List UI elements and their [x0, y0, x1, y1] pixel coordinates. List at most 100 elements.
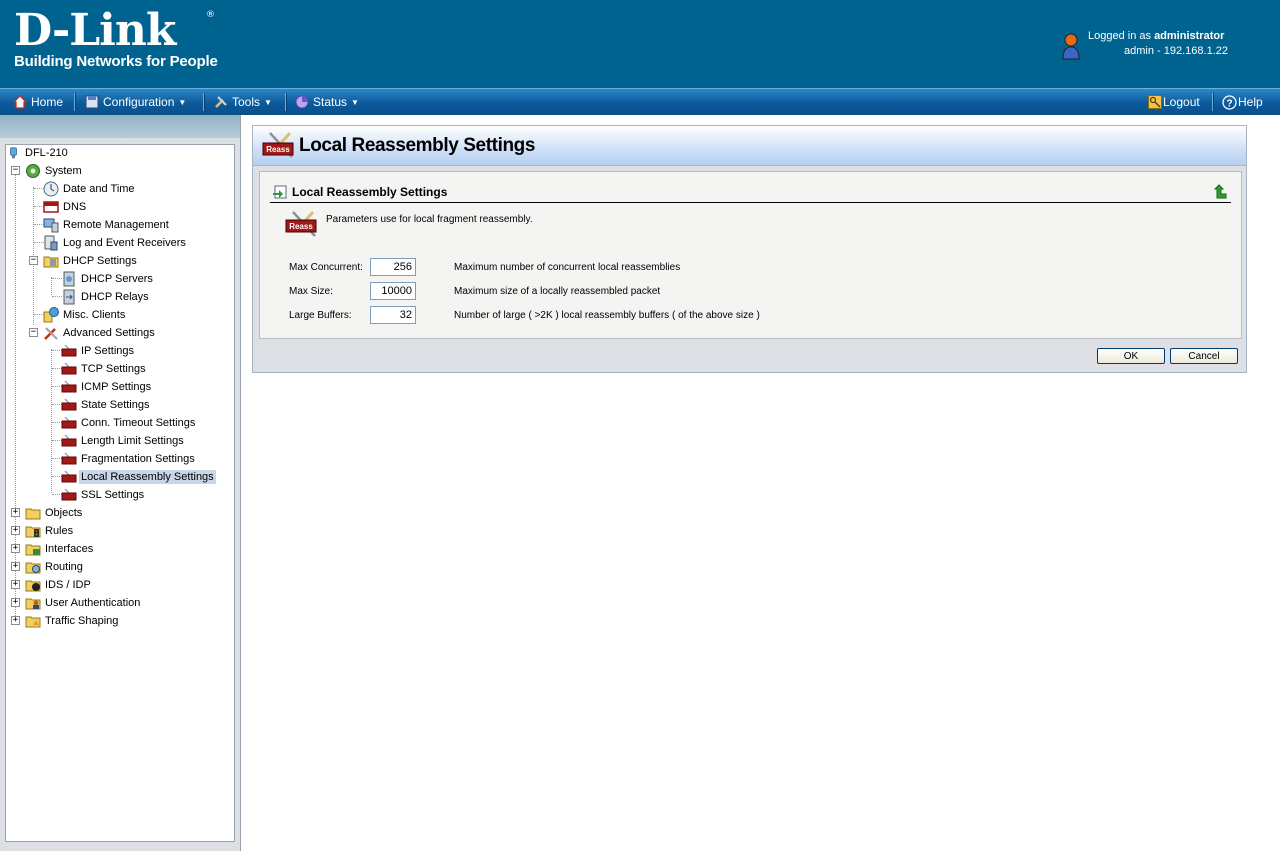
menu-tools[interactable]: Tools ▼ — [214, 89, 272, 115]
tree-node-user-authentication[interactable]: User Authentication — [25, 594, 142, 612]
tree-node-system[interactable]: System — [25, 162, 84, 180]
tree-node-rules[interactable]: Rules — [25, 522, 75, 540]
edit-arrow-icon — [273, 185, 287, 199]
username: administrator — [1154, 30, 1225, 42]
save-icon — [85, 95, 99, 109]
expand-toggle-traffic-shaping[interactable]: + — [11, 616, 20, 625]
tree-node-dhcp-settings[interactable]: DHCP Settings — [43, 252, 139, 270]
tree-node-label: Objects — [45, 507, 83, 519]
tree-node-label: Remote Management — [63, 219, 169, 231]
tree-node-traffic-shaping[interactable]: Traffic Shaping — [25, 612, 120, 630]
tree-node-length-limit[interactable]: Length Limit Settings — [61, 432, 186, 450]
expand-toggle-routing[interactable]: + — [11, 562, 20, 571]
tree-node-tcp-settings[interactable]: TCP Settings — [61, 360, 148, 378]
help-button[interactable]: ? Help — [1222, 89, 1263, 115]
logo-registered-mark: ® — [206, 10, 215, 20]
folder-icon — [43, 256, 59, 268]
tree-node-label: DNS — [63, 201, 87, 213]
tree-node-ssl-settings[interactable]: SSL Settings — [61, 486, 146, 504]
tools-icon — [215, 96, 227, 108]
reass-icon: Reass — [285, 210, 317, 237]
tree-node-label: SSL Settings — [81, 489, 145, 501]
server-icon — [63, 271, 75, 287]
tree-node-advanced-settings[interactable]: Advanced Settings — [43, 324, 157, 342]
max-concurrent-help: Maximum number of concurrent local reass… — [454, 262, 681, 273]
expand-toggle-dhcp[interactable]: − — [29, 256, 38, 265]
large-buffers-input[interactable] — [370, 306, 416, 324]
logout-button[interactable]: Logout — [1148, 89, 1200, 115]
settings-tag-icon — [61, 362, 77, 375]
tree-node-label: User Authentication — [45, 597, 141, 609]
menu-configuration[interactable]: Configuration ▼ — [85, 89, 186, 115]
expand-toggle-advanced[interactable]: − — [29, 328, 38, 337]
reass-icon: Reass — [262, 131, 294, 158]
tree-node-label: Traffic Shaping — [45, 615, 119, 627]
chevron-down-icon: ▼ — [351, 97, 359, 107]
tree-node-ids-idp[interactable]: IDS / IDP — [25, 576, 93, 594]
tree-node-label: Advanced Settings — [63, 327, 155, 339]
tree-node-date-time[interactable]: Date and Time — [43, 180, 137, 198]
page-title-bar: Reass Local Reassembly Settings — [253, 126, 1246, 166]
reass-icon-label: Reass — [266, 145, 290, 154]
tree-node-label: State Settings — [81, 399, 150, 411]
settings-tag-icon — [61, 452, 77, 465]
ok-button[interactable]: OK — [1097, 348, 1165, 364]
menu-home-label: Home — [31, 95, 64, 109]
menu-separator — [203, 93, 205, 111]
logged-in-prefix: Logged in as — [1088, 30, 1151, 42]
tree-node-label: Local Reassembly Settings — [79, 470, 216, 484]
menu-separator — [1212, 93, 1214, 111]
menu-home[interactable]: Home — [13, 89, 63, 115]
tree-node-label: DHCP Servers — [81, 273, 153, 285]
tree-node-dhcp-servers[interactable]: DHCP Servers — [61, 270, 155, 288]
expand-toggle-interfaces[interactable]: + — [11, 544, 20, 553]
expand-toggle-system[interactable]: − — [11, 166, 20, 175]
page-title: Local Reassembly Settings — [299, 135, 536, 156]
tree-node-interfaces[interactable]: Interfaces — [25, 540, 95, 558]
user-avatar-icon — [1062, 33, 1080, 60]
cancel-button[interactable]: Cancel — [1170, 348, 1238, 364]
menu-status[interactable]: Status ▼ — [295, 89, 359, 115]
tree-node-remote-management[interactable]: Remote Management — [43, 216, 171, 234]
tree-node-objects[interactable]: Objects — [25, 504, 84, 522]
dns-icon — [43, 201, 59, 213]
settings-tag-icon — [61, 488, 77, 501]
tree-node-label: TCP Settings — [81, 363, 146, 375]
max-size-input[interactable] — [370, 282, 416, 300]
expand-toggle-objects[interactable]: + — [11, 508, 20, 517]
expand-toggle-ids[interactable]: + — [11, 580, 20, 589]
tree-node-local-reassembly[interactable]: Local Reassembly Settings — [61, 468, 216, 486]
tree-node-label: Length Limit Settings — [81, 435, 184, 447]
tree-node-state-settings[interactable]: State Settings — [61, 396, 152, 414]
home-icon — [13, 95, 27, 109]
status-icon — [295, 95, 309, 109]
tree-node-root[interactable]: DFL-210 — [9, 145, 70, 162]
svg-text:?: ? — [1226, 98, 1232, 109]
navigation-tree: − − − + + + + + + + DFL-210 System Date … — [5, 144, 235, 842]
tree-node-fragmentation[interactable]: Fragmentation Settings — [61, 450, 197, 468]
tools-icon — [44, 327, 58, 340]
refresh-icon[interactable] — [1214, 184, 1228, 200]
tree-node-label: DHCP Settings — [63, 255, 137, 267]
chevron-down-icon: ▼ — [178, 97, 187, 107]
tree-node-dhcp-relays[interactable]: DHCP Relays — [61, 288, 151, 306]
settings-tag-icon — [61, 380, 77, 393]
tree-node-icmp-settings[interactable]: ICMP Settings — [61, 378, 153, 396]
tree-node-label: Rules — [45, 525, 74, 537]
relay-icon — [63, 289, 75, 305]
tree-node-label: System — [45, 165, 82, 177]
tree-node-conn-timeout[interactable]: Conn. Timeout Settings — [61, 414, 197, 432]
menu-separator — [74, 93, 76, 111]
tree-node-routing[interactable]: Routing — [25, 558, 85, 576]
expand-toggle-user-auth[interactable]: + — [11, 598, 20, 607]
max-concurrent-input[interactable] — [370, 258, 416, 276]
tree-node-log-receivers[interactable]: Log and Event Receivers — [43, 234, 188, 252]
max-concurrent-label: Max Concurrent: — [289, 262, 363, 273]
ids-folder-icon — [25, 580, 41, 592]
tree-node-dns[interactable]: DNS — [43, 198, 88, 216]
help-label: Help — [1238, 95, 1263, 109]
tree-node-misc-clients[interactable]: Misc. Clients — [43, 306, 127, 324]
tree-node-ip-settings[interactable]: IP Settings — [61, 342, 136, 360]
tree-node-label: Routing — [45, 561, 83, 573]
expand-toggle-rules[interactable]: + — [11, 526, 20, 535]
